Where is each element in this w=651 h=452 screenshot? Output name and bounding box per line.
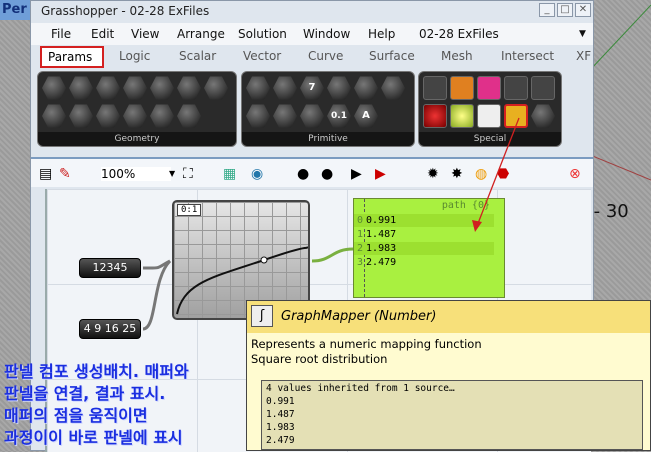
tooltip-title: GraphMapper (Number) — [281, 309, 437, 324]
value-item: 2.479 — [266, 435, 295, 446]
korean-note-line: 판넬 컴포 생성배치. 매퍼와 — [4, 362, 189, 381]
values-header: 4 values inherited from 1 source… — [266, 383, 455, 394]
value-item: 1.983 — [266, 422, 295, 433]
korean-note-line: 과정이이 바로 판넬에 표시 — [4, 428, 183, 447]
tooltip-distribution: Square root distribution — [251, 352, 388, 366]
value-item: 0.991 — [266, 396, 295, 407]
value-item: 1.487 — [266, 409, 295, 420]
tooltip-header: ʃ GraphMapper (Number) — [247, 301, 650, 333]
tooltip: ʃ GraphMapper (Number) Represents a nume… — [246, 300, 651, 451]
tooltip-values-box: 4 values inherited from 1 source… 0.991 … — [261, 380, 643, 450]
graph-mapper-icon: ʃ — [251, 305, 273, 327]
tooltip-description: Represents a numeric mapping function — [251, 337, 482, 351]
korean-note-line: 판넬을 연결, 결과 표시. — [4, 384, 166, 403]
korean-note-line: 매퍼의 점을 움직이면 — [4, 406, 148, 425]
